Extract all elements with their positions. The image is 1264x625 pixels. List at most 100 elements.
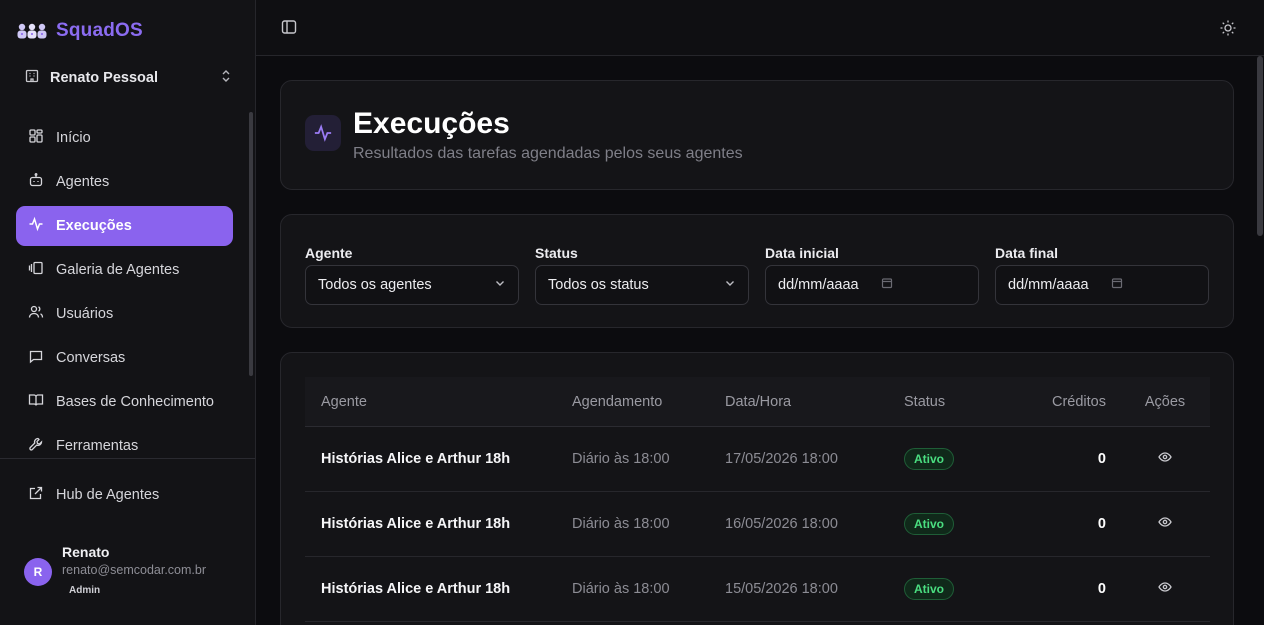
view-eye-icon[interactable] [1158,450,1172,468]
view-eye-icon[interactable] [1158,580,1172,598]
sidebar-item-label: Bases de Conhecimento [56,394,214,410]
workspace-switcher[interactable]: Renato Pessoal [16,62,240,94]
cell-datetime: 17/05/2026 18:00 [725,451,838,467]
sidebar-item-label: Galeria de Agentes [56,262,180,278]
sidebar-item-ferramentas[interactable]: Ferramentas [16,426,233,466]
sun-icon[interactable] [1219,19,1237,42]
cell-actions [1135,427,1195,491]
executions-table-card: Agente Agendamento Data/Hora Status Créd… [280,352,1234,625]
cell-actions [1135,557,1195,621]
sidebar-item-label: Início [56,130,91,146]
sidebar-scrollbar[interactable] [249,112,253,376]
chat-icon [28,348,44,368]
filter-agent: Agente Todos os agentes [305,245,519,305]
status-badge: Ativo [904,448,954,470]
main-scrollbar[interactable] [1257,56,1263,236]
hub-link-wrapper: Hub de Agentes [16,475,233,519]
sidebar-item-label: Execuções [56,218,132,234]
cell-status: Ativo [904,557,954,621]
workspace-name: Renato Pessoal [50,70,158,86]
status-select[interactable]: Todos os status [535,265,749,305]
avatar: R [24,558,52,586]
external-link-icon [28,485,44,505]
end-date-input[interactable]: dd/mm/aaaa [995,265,1209,305]
sidebar-item-inicio[interactable]: Início [16,118,233,158]
end-date-value: dd/mm/aaaa [1008,277,1089,293]
cell-credits: 0 [1097,581,1106,597]
col-header-agent[interactable]: Agente [321,377,367,426]
cell-actions [1135,492,1195,556]
sidebar-item-label: Conversas [56,350,126,366]
sidebar-item-label: Agentes [56,174,110,190]
cell-schedule: Diário às 18:00 [572,581,670,597]
table-row[interactable]: Histórias Alice e Arthur 18h Diário às 1… [305,427,1210,492]
user-email: renato@semcodar.com.br [62,563,207,577]
sidebar-item-agentes[interactable]: Agentes [16,162,233,202]
start-date-input[interactable]: dd/mm/aaaa [765,265,979,305]
col-header-actions: Ações [1144,393,1186,410]
start-date-value: dd/mm/aaaa [778,277,859,293]
bot-icon [28,172,44,192]
table-row[interactable]: Histórias Alice e Arthur 18h Diário às 1… [305,492,1210,557]
filter-agent-label: Agente [305,245,353,261]
sidebar-item-hub[interactable]: Hub de Agentes [16,475,233,515]
sidebar-item-conversas[interactable]: Conversas [16,338,233,378]
cell-schedule: Diário às 18:00 [572,451,670,467]
chevron-up-down-icon [220,69,232,88]
squad-logo-icon [16,22,48,40]
sidebar-item-usuarios[interactable]: Usuários [16,294,233,334]
filter-start-date: Data inicial dd/mm/aaaa [765,245,979,305]
cell-datetime: 15/05/2026 18:00 [725,581,838,597]
cell-schedule: Diário às 18:00 [572,516,670,532]
building-icon [24,68,40,89]
filter-status-label: Status [535,245,578,261]
page-title: Execuções [353,107,510,140]
agent-select[interactable]: Todos os agentes [305,265,519,305]
gallery-icon [28,260,44,280]
app-logo[interactable]: SquadOS [16,20,143,42]
chevron-down-icon [724,277,736,293]
cell-agent: Histórias Alice e Arthur 18h [321,581,511,597]
sidebar-item-label: Hub de Agentes [56,487,160,503]
calendar-icon[interactable] [881,277,893,293]
user-role-badge: Admin [69,585,101,596]
user-name: Renato [62,544,110,560]
sidebar-item-galeria[interactable]: Galeria de Agentes [16,250,233,290]
calendar-icon[interactable] [1111,277,1123,293]
sidebar: SquadOS Renato Pessoal Início Agentes Ex… [0,0,256,625]
user-profile[interactable]: R Renato renato@semcodar.com.br Admin [24,544,206,596]
filter-status: Status Todos os status [535,245,749,305]
status-select-value: Todos os status [548,277,649,293]
col-header-credits[interactable]: Créditos [1025,377,1106,426]
sidebar-toggle-icon[interactable] [280,18,298,41]
page-subtitle: Resultados das tarefas agendadas pelos s… [353,145,743,162]
col-header-status[interactable]: Status [904,377,945,426]
sidebar-item-bases[interactable]: Bases de Conhecimento [16,382,233,422]
col-header-schedule[interactable]: Agendamento [572,377,662,426]
topbar [256,0,1264,56]
wrench-icon [28,436,44,456]
status-badge: Ativo [904,513,954,535]
table-row[interactable]: Histórias Alice e Arthur 18h Diário às 1… [305,557,1210,622]
cell-credits: 0 [1097,451,1106,467]
activity-icon [305,115,341,151]
app-name: SquadOS [56,20,143,41]
cell-status: Ativo [904,427,954,491]
dashboard-icon [28,128,44,148]
col-header-datetime[interactable]: Data/Hora [725,377,791,426]
cell-credits: 0 [1097,516,1106,532]
agent-select-value: Todos os agentes [318,277,432,293]
filter-end-date: Data final dd/mm/aaaa [995,245,1209,305]
cell-status: Ativo [904,492,954,556]
sidebar-divider [0,458,255,459]
chevron-down-icon [494,277,506,293]
sidebar-item-label: Ferramentas [56,438,139,454]
users-icon [28,304,44,324]
cell-agent: Histórias Alice e Arthur 18h [321,451,511,467]
page-header-card: Execuções Resultados das tarefas agendad… [280,80,1234,190]
activity-icon [28,216,44,236]
view-eye-icon[interactable] [1158,515,1172,533]
cell-datetime: 16/05/2026 18:00 [725,516,838,532]
sidebar-item-execucoes[interactable]: Execuções [16,206,233,246]
book-icon [28,392,44,412]
